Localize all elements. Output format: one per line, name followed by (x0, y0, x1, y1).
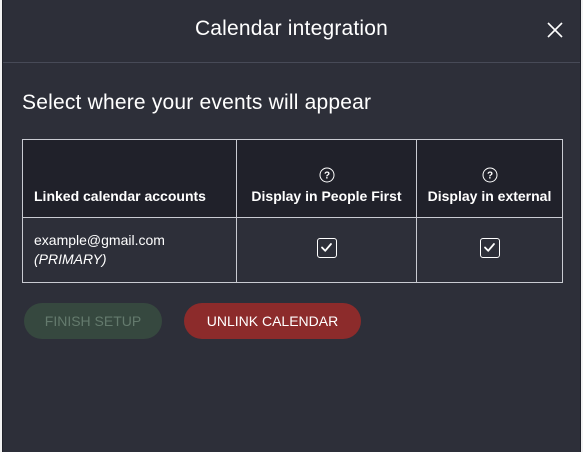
checkmark-icon (320, 242, 332, 252)
table-row: example@gmail.com (PRIMARY) (22, 217, 563, 283)
close-icon (547, 22, 563, 38)
unlink-calendar-button[interactable]: UNLINK CALENDAR (184, 303, 361, 339)
finish-setup-button[interactable]: FINISH SETUP (24, 303, 162, 339)
calendar-integration-dialog: Calendar integration Select where your e… (2, 0, 581, 452)
column-header-people-first-label: Display in People First (251, 188, 402, 204)
external-cell (416, 217, 563, 283)
close-button[interactable] (544, 19, 566, 41)
column-header-external: ? Display in external (416, 139, 563, 218)
account-cell: example@gmail.com (PRIMARY) (22, 217, 237, 283)
column-header-accounts: Linked calendar accounts (22, 139, 237, 218)
account-primary-label: (PRIMARY) (34, 251, 107, 267)
people-first-cell (236, 217, 417, 283)
svg-text:?: ? (486, 171, 492, 182)
column-header-external-label: Display in external (427, 188, 552, 204)
display-external-checkbox[interactable] (479, 237, 500, 258)
svg-text:?: ? (323, 171, 329, 182)
help-icon[interactable]: ? (482, 167, 498, 183)
display-people-first-checkbox[interactable] (316, 237, 337, 258)
help-icon[interactable]: ? (319, 167, 335, 183)
linked-accounts-table: Linked calendar accounts ? Display in Pe… (22, 139, 563, 283)
section-heading: Select where your events will appear (22, 91, 372, 114)
dialog-title: Calendar integration (194, 17, 389, 40)
checkmark-icon (483, 242, 495, 252)
column-header-people-first: ? Display in People First (236, 139, 417, 218)
account-email: example@gmail.com (34, 232, 165, 248)
dialog-header: Calendar integration (3, 0, 580, 63)
table-header-row: Linked calendar accounts ? Display in Pe… (22, 139, 563, 218)
